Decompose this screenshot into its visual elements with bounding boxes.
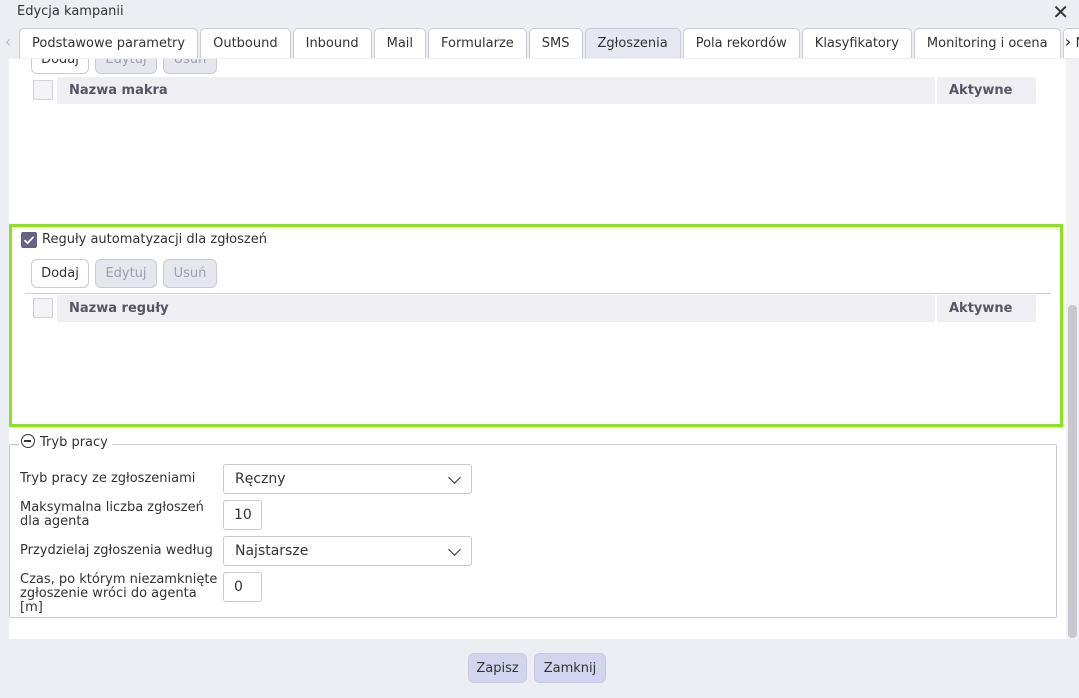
macro-active-header: Aktywne	[937, 77, 1036, 104]
work-mode-legend[interactable]: Tryb pracy	[19, 433, 112, 453]
tab-scroll-left-icon[interactable]: ‹	[1, 31, 15, 53]
macro-delete-button[interactable]: Usuń	[163, 59, 217, 74]
tab-forms[interactable]: Formularze	[428, 28, 527, 58]
tab-outbound[interactable]: Outbound	[200, 28, 291, 58]
chevron-down-icon	[448, 543, 461, 556]
rule-grid-header: Nazwa reguły	[57, 295, 935, 322]
rules-enable-label: Reguły automatyzacji dla zgłoszeń	[42, 232, 267, 247]
window-title: Edycja kampanii	[17, 4, 124, 19]
macro-active-column[interactable]: Aktywne	[937, 77, 1012, 104]
scrollbar-thumb[interactable]	[1068, 305, 1077, 638]
mode-select-value: Ręczny	[235, 471, 286, 487]
macro-add-button[interactable]: Dodaj	[31, 59, 89, 74]
rule-active-header: Aktywne	[937, 295, 1036, 322]
save-button[interactable]: Zapisz	[468, 653, 527, 683]
rules-enable-checkbox[interactable]	[21, 232, 37, 248]
mode-select[interactable]: Ręczny	[223, 464, 472, 494]
mode-label: Tryb pracy ze zgłoszeniami	[20, 471, 196, 486]
tab-scroll-right-icon[interactable]: ›	[1061, 31, 1075, 53]
return-time-input[interactable]: 0	[223, 572, 262, 602]
assign-select-value: Najstarsze	[235, 543, 309, 559]
chevron-down-icon	[448, 471, 461, 484]
rule-active-column[interactable]: Aktywne	[937, 295, 1012, 322]
tab-sms[interactable]: SMS	[528, 28, 583, 58]
tab-bar: ‹ Podstawowe parametry Outbound Inbound Mai…	[0, 26, 1079, 59]
rule-select-all-checkbox[interactable]	[33, 298, 53, 318]
tab-record-fields[interactable]: Pola rekordów	[682, 28, 800, 58]
rule-add-button[interactable]: Dodaj	[31, 259, 89, 288]
macro-grid-header: Nazwa makra	[57, 77, 935, 104]
close-button[interactable]: Zamknij	[534, 653, 606, 683]
return-time-label: Czas, po którym niezamknięte zgłoszenie …	[20, 572, 218, 615]
max-tickets-label: Maksymalna liczba zgłoszeń dla agenta	[20, 500, 204, 529]
macro-name-column[interactable]: Nazwa makra	[57, 77, 168, 104]
tab-tickets[interactable]: Zgłoszenia	[584, 28, 681, 58]
rules-divider	[25, 293, 1051, 294]
rule-edit-button[interactable]: Edytuj	[95, 259, 157, 288]
assign-select[interactable]: Najstarsze	[223, 536, 472, 566]
collapse-icon[interactable]	[21, 434, 35, 448]
macro-edit-button[interactable]: Edytuj	[95, 59, 157, 74]
tab-classifiers[interactable]: Klasyfikatory	[801, 28, 912, 58]
tab-monitoring[interactable]: Monitoring i ocena	[913, 28, 1061, 58]
max-tickets-input[interactable]: 10	[223, 500, 262, 530]
tab-inbound[interactable]: Inbound	[292, 28, 372, 58]
rule-delete-button[interactable]: Usuń	[163, 259, 217, 288]
close-icon[interactable]: ✕	[1052, 1, 1069, 23]
tab-list: Podstawowe parametry Outbound Inbound Mail F…	[19, 28, 1079, 59]
tab-content: Dodaj Edytuj Usuń Nazwa makra Aktywne Re…	[9, 59, 1066, 639]
tab-mail[interactable]: Mail	[373, 28, 427, 58]
macro-select-all-checkbox[interactable]	[33, 80, 53, 100]
rules-section-highlight	[9, 224, 1063, 427]
rule-name-column[interactable]: Nazwa reguły	[57, 295, 169, 322]
tab-basic-params[interactable]: Podstawowe parametry	[19, 28, 199, 58]
assign-label: Przydzielaj zgłoszenia według	[20, 543, 213, 558]
check-icon	[23, 236, 35, 245]
title-bar: Edycja kampanii ✕	[0, 0, 1079, 26]
work-mode-legend-label: Tryb pracy	[40, 435, 108, 450]
